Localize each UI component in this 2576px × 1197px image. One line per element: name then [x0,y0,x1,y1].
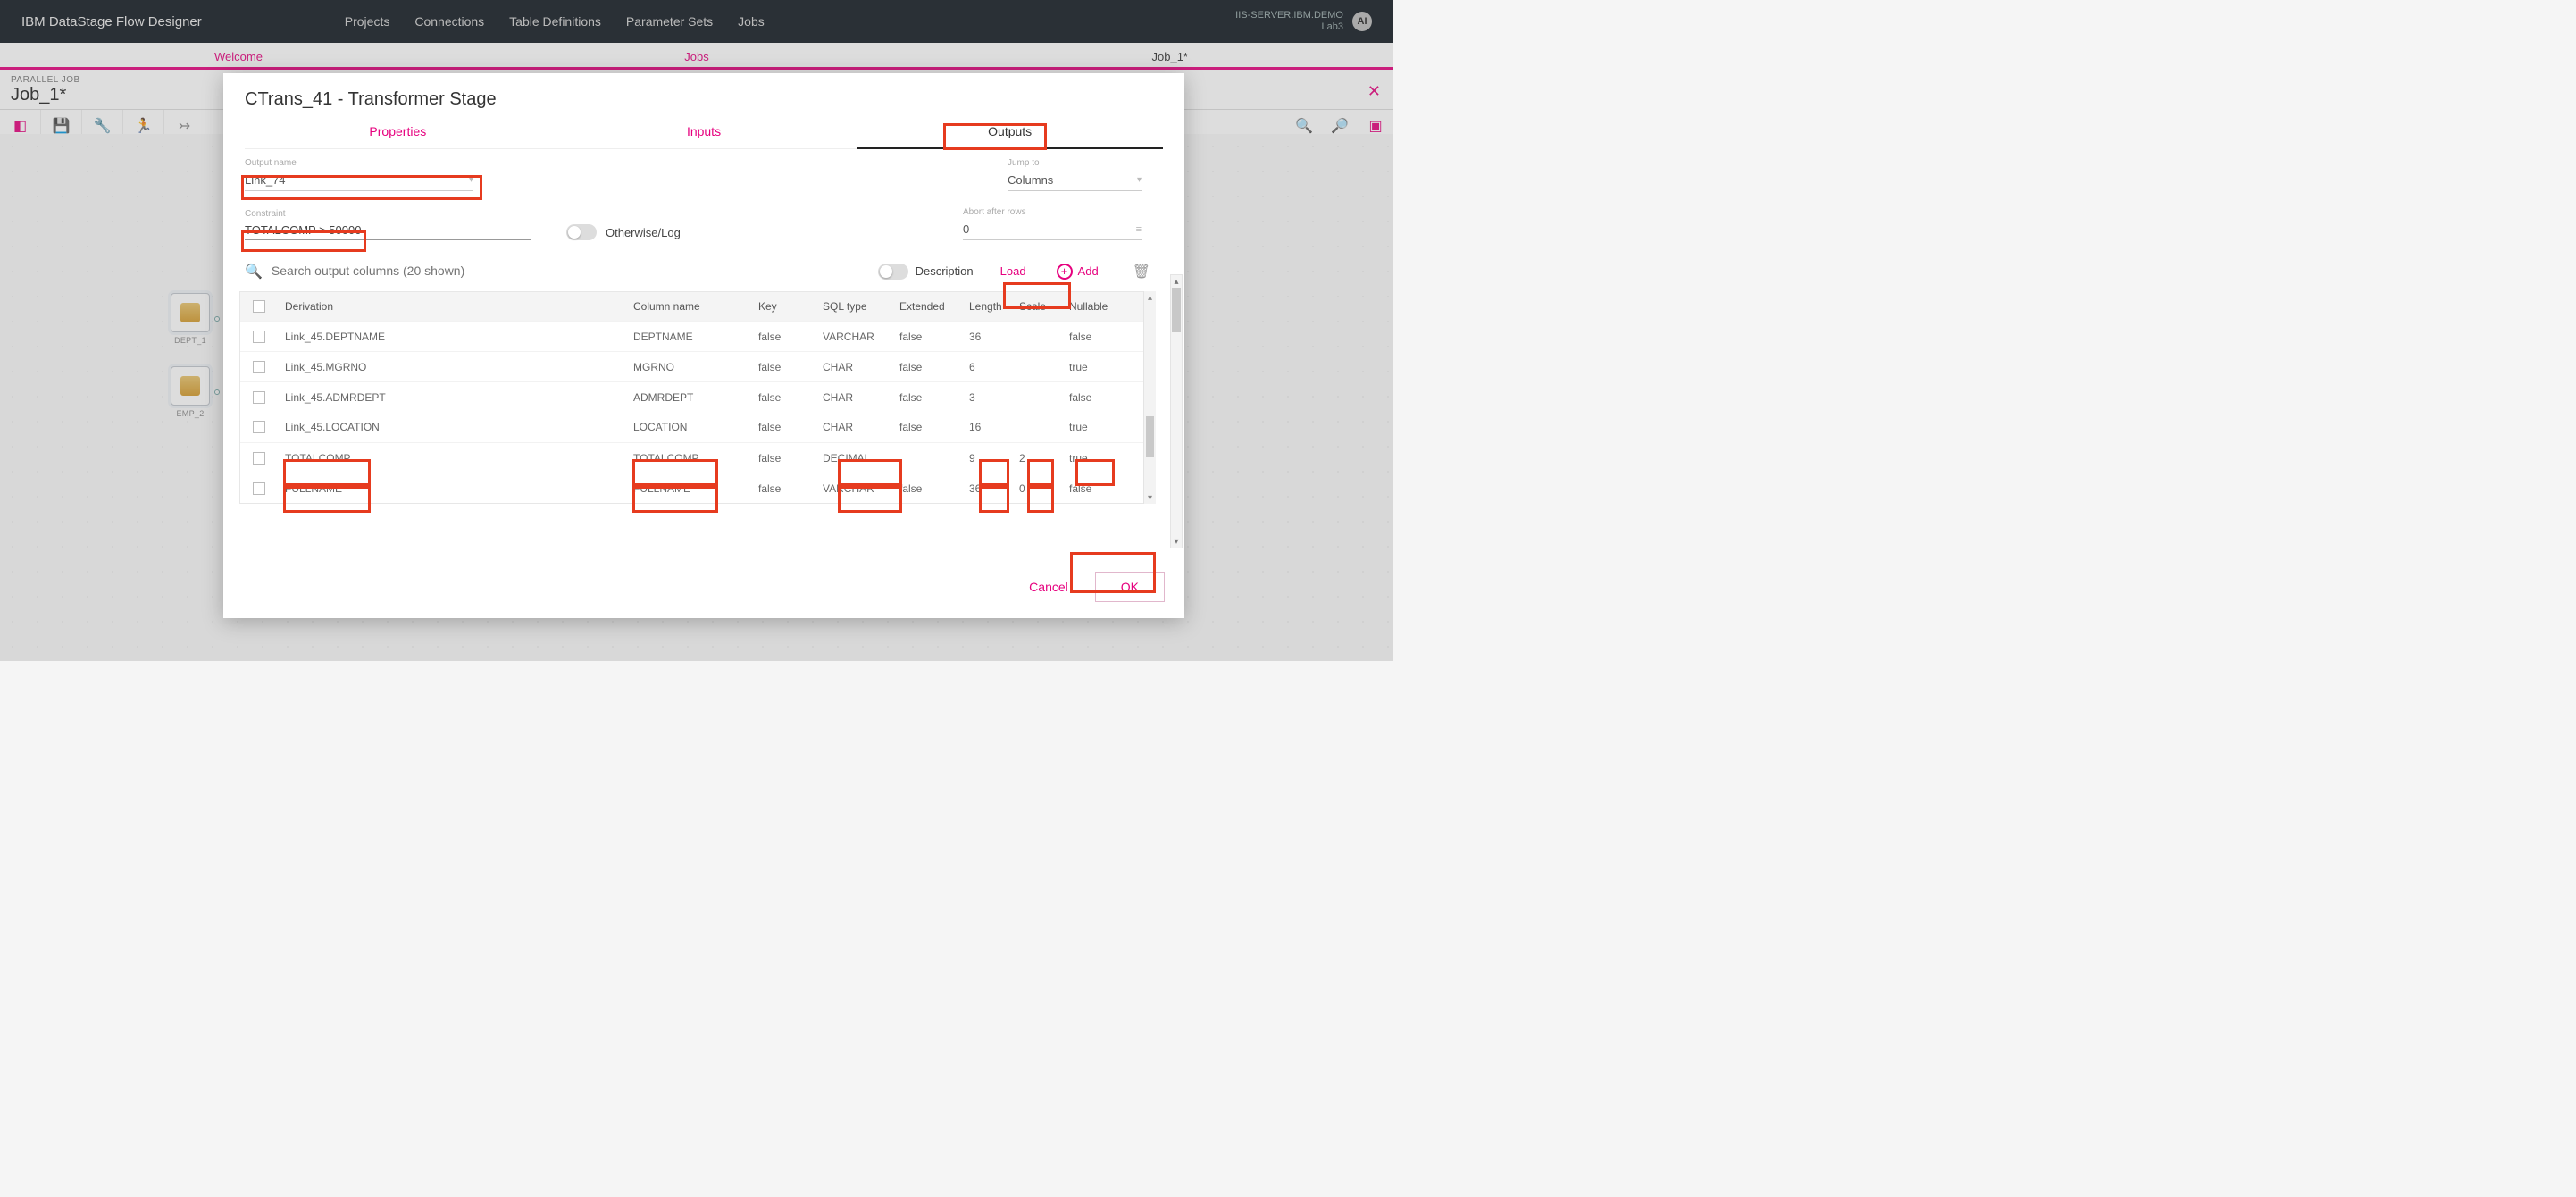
cell-sql[interactable]: DECIMAL [815,452,892,465]
cell-nullable[interactable]: true [1062,421,1114,433]
cell-length[interactable]: 36 [962,482,1012,495]
table-row[interactable]: FULLNAMEFULLNAMEfalseVARCHARfalse360fals… [240,473,1155,503]
cell-column[interactable]: FULLNAME [626,482,751,495]
col-header-key[interactable]: Key [751,300,815,313]
chevron-down-icon: ▾ [1137,175,1142,185]
cell-derivation[interactable]: Link_45.MGRNO [278,361,626,373]
cell-length[interactable]: 16 [962,421,1012,433]
cell-extended[interactable]: false [892,391,962,404]
cell-derivation[interactable]: FULLNAME [278,482,626,495]
cell-length[interactable]: 3 [962,391,1012,404]
add-button[interactable]: + Add [1057,264,1099,280]
cell-scale[interactable]: 2 [1012,452,1062,465]
select-all-checkbox[interactable] [253,300,265,313]
table-row[interactable]: Link_45.MGRNOMGRNOfalseCHARfalse6true [240,351,1155,381]
cell-length[interactable]: 36 [962,331,1012,343]
cell-key[interactable]: false [751,421,815,433]
row-checkbox[interactable] [253,391,265,404]
cell-column[interactable]: TOTALCOMP [626,452,751,465]
tab-outputs[interactable]: Outputs [857,117,1163,149]
dialog-tabs: Properties Inputs Outputs [223,117,1184,149]
tab-inputs[interactable]: Inputs [551,117,857,149]
cell-derivation[interactable]: Link_45.DEPTNAME [278,331,626,343]
cell-extended[interactable]: false [892,482,962,495]
row-checkbox[interactable] [253,482,265,495]
abort-input[interactable]: 0 ≡ [963,219,1142,240]
table-row[interactable]: Link_45.LOCATIONLOCATIONfalseCHARfalse16… [240,412,1155,442]
row-checkbox[interactable] [253,361,265,373]
table-row[interactable]: Link_45.DEPTNAMEDEPTNAMEfalseVARCHARfals… [240,321,1155,351]
cell-column[interactable]: ADMRDEPT [626,391,751,404]
cell-sql[interactable]: CHAR [815,421,892,433]
col-header-nullable[interactable]: Nullable [1062,300,1114,313]
load-button[interactable]: Load [1000,264,1026,278]
description-toggle[interactable] [878,264,908,280]
cell-nullable[interactable]: false [1062,482,1114,495]
cell-key[interactable]: false [751,391,815,404]
description-label: Description [916,264,974,278]
cell-sql[interactable]: VARCHAR [815,331,892,343]
col-header-extended[interactable]: Extended [892,300,962,313]
col-header-column[interactable]: Column name [626,300,751,313]
plus-icon: + [1057,264,1073,280]
chevron-down-icon: ▾ [469,175,473,185]
row-checkbox[interactable] [253,421,265,433]
cell-extended[interactable]: false [892,331,962,343]
cell-column[interactable]: LOCATION [626,421,751,433]
trash-icon: 🗑 [1133,263,1150,280]
table-scrollbar[interactable]: ▴ ▾ [1143,291,1156,504]
col-header-length[interactable]: Length [962,300,1012,313]
jumpto-label: Jump to [1008,158,1150,168]
cell-derivation[interactable]: TOTALCOMP [278,452,626,465]
cancel-button[interactable]: Cancel [1029,580,1068,594]
table-row[interactable]: Link_45.ADMRDEPTADMRDEPTfalseCHARfalse3f… [240,381,1155,412]
cell-nullable[interactable]: true [1062,361,1114,373]
cell-nullable[interactable]: true [1062,452,1114,465]
cell-key[interactable]: false [751,361,815,373]
search-input[interactable] [272,262,468,280]
cell-extended[interactable]: false [892,421,962,433]
ok-button[interactable]: OK [1095,572,1165,602]
search-icon: 🔍 [245,263,263,280]
dialog-scrollbar[interactable]: ▴ ▾ [1170,274,1183,548]
columns-table: Derivation Column name Key SQL type Exte… [239,291,1156,504]
cell-key[interactable]: false [751,452,815,465]
cell-key[interactable]: false [751,482,815,495]
output-name-label: Output name [245,158,477,168]
otherwise-toggle[interactable] [566,224,597,240]
cell-sql[interactable]: CHAR [815,361,892,373]
cell-nullable[interactable]: false [1062,331,1114,343]
otherwise-label: Otherwise/Log [606,226,681,239]
col-header-scale[interactable]: Scale [1012,300,1062,313]
cell-length[interactable]: 9 [962,452,1012,465]
row-checkbox[interactable] [253,452,265,465]
tab-properties[interactable]: Properties [245,117,551,149]
table-row[interactable]: TOTALCOMPTOTALCOMPfalseDECIMAL92true [240,442,1155,473]
transformer-stage-dialog: CTrans_41 - Transformer Stage Properties… [223,73,1184,618]
cell-key[interactable]: false [751,331,815,343]
col-header-derivation[interactable]: Derivation [278,300,626,313]
dialog-footer: Cancel OK [223,559,1184,618]
dialog-title: CTrans_41 - Transformer Stage [223,73,1184,117]
jumpto-select[interactable]: Columns ▾ [1008,170,1142,191]
abort-label: Abort after rows [963,207,1150,217]
cell-scale[interactable]: 0 [1012,482,1062,495]
cell-derivation[interactable]: Link_45.LOCATION [278,421,626,433]
constraint-input[interactable]: TOTALCOMP > 50000 [245,221,531,240]
stepper-icon[interactable]: ≡ [1136,224,1142,235]
cell-column[interactable]: MGRNO [626,361,751,373]
col-header-sql[interactable]: SQL type [815,300,892,313]
cell-length[interactable]: 6 [962,361,1012,373]
cell-extended[interactable]: false [892,361,962,373]
cell-nullable[interactable]: false [1062,391,1114,404]
cell-column[interactable]: DEPTNAME [626,331,751,343]
output-name-select[interactable]: Link_74 ▾ [245,170,473,191]
cell-sql[interactable]: VARCHAR [815,482,892,495]
cell-sql[interactable]: CHAR [815,391,892,404]
row-checkbox[interactable] [253,331,265,343]
constraint-label: Constraint [245,209,539,219]
cell-derivation[interactable]: Link_45.ADMRDEPT [278,391,626,404]
